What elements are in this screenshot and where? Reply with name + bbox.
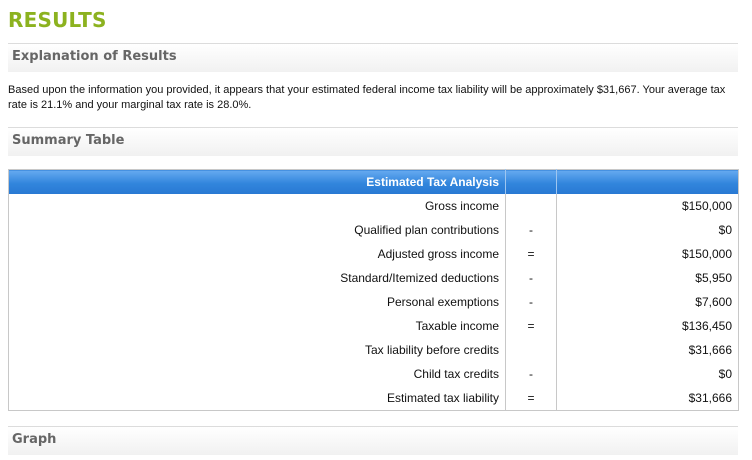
graph-section-header: Graph: [8, 426, 738, 455]
row-label: Personal exemptions: [386, 295, 499, 309]
graph-section-title: Graph: [12, 432, 57, 447]
row-value: $5,950: [695, 271, 732, 285]
row-operator: -: [505, 266, 557, 290]
row-value: $0: [718, 367, 732, 381]
table-row: Qualified plan contributions - $0: [9, 218, 739, 242]
row-value: $136,450: [681, 319, 732, 333]
row-label: Gross income: [424, 199, 499, 213]
summary-section-title: Summary Table: [12, 133, 125, 148]
row-operator: [505, 194, 557, 218]
column-header-value: [556, 169, 739, 194]
table-header-row: Estimated Tax Analysis: [8, 169, 739, 194]
row-operator: -: [505, 218, 557, 242]
row-value: $7,600: [695, 295, 732, 309]
summary-table: Estimated Tax Analysis Gross income $150…: [8, 169, 739, 411]
table-row: Adjusted gross income = $150,000: [9, 242, 739, 266]
table-row: Tax liability before credits $31,666: [9, 338, 739, 362]
row-label: Estimated tax liability: [386, 391, 499, 405]
row-label: Tax liability before credits: [364, 343, 499, 357]
row-label: Adjusted gross income: [377, 247, 499, 261]
row-value: $150,000: [681, 247, 732, 261]
table-row: Estimated tax liability = $31,666: [9, 386, 739, 411]
row-label: Taxable income: [415, 319, 499, 333]
row-operator: =: [505, 242, 557, 266]
row-label: Standard/Itemized deductions: [340, 271, 499, 285]
row-operator: =: [505, 314, 557, 338]
table-row: Child tax credits - $0: [9, 362, 739, 386]
explanation-section-header: Explanation of Results: [8, 43, 738, 72]
table-row: Standard/Itemized deductions - $5,950: [9, 266, 739, 290]
row-label: Child tax credits: [413, 367, 499, 381]
row-value: $150,000: [681, 199, 732, 213]
row-value: $31,666: [688, 391, 732, 405]
row-value: $31,666: [688, 343, 732, 357]
row-operator: =: [505, 386, 557, 411]
column-header-label: Estimated Tax Analysis: [8, 169, 506, 194]
table-row: Gross income $150,000: [9, 194, 739, 218]
summary-section-header: Summary Table: [8, 127, 738, 156]
row-operator: -: [505, 290, 557, 314]
row-value: $0: [718, 223, 732, 237]
row-operator: -: [505, 362, 557, 386]
explanation-section-title: Explanation of Results: [12, 49, 177, 64]
page-title: RESULTS: [8, 8, 107, 32]
table-row: Taxable income = $136,450: [9, 314, 739, 338]
explanation-text: Based upon the information you provided,…: [8, 84, 726, 111]
row-label: Qualified plan contributions: [354, 223, 499, 237]
table-row: Personal exemptions - $7,600: [9, 290, 739, 314]
column-header-operator: [505, 169, 557, 194]
row-operator: [505, 338, 557, 362]
